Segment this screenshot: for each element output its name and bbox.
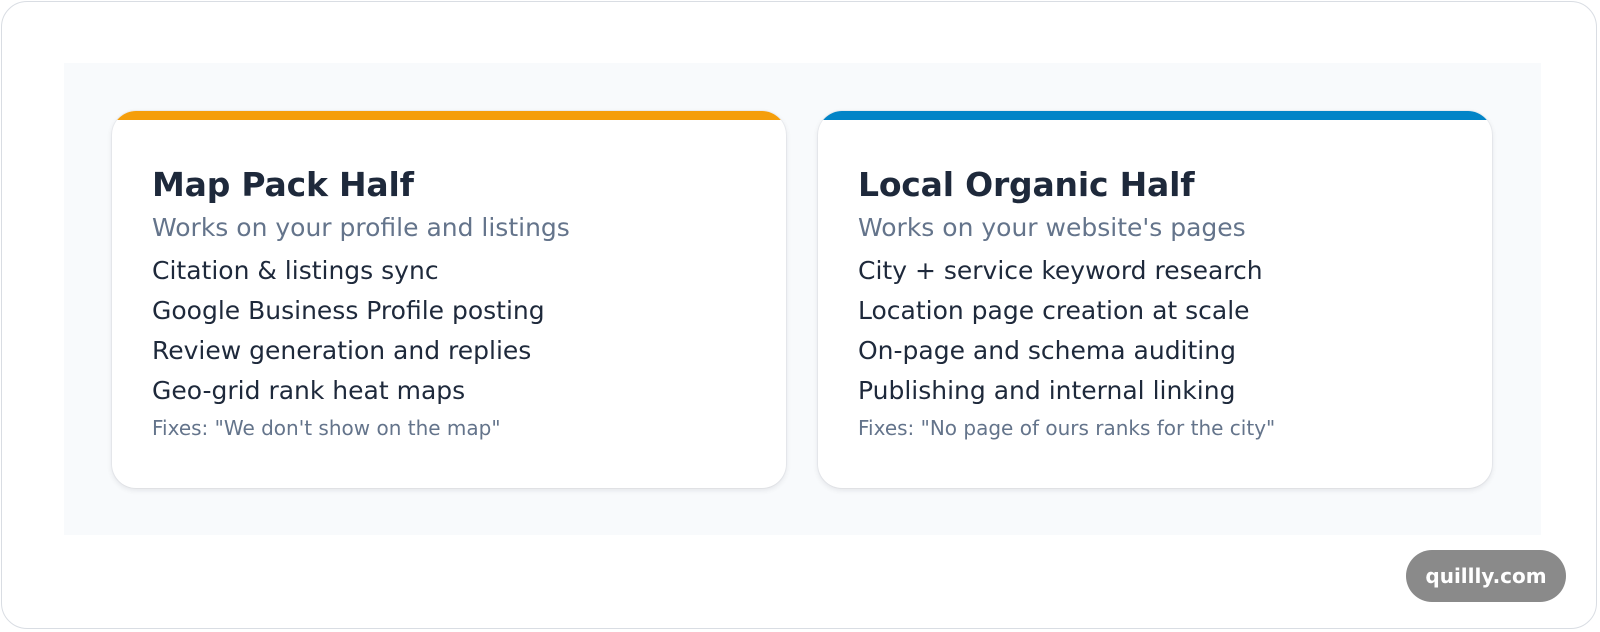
- card-content: Map Pack Half Works on your profile and …: [152, 165, 756, 443]
- card-fix-note: Fixes: "We don't show on the map": [152, 416, 501, 440]
- list-item: Review generation and replies: [152, 336, 532, 365]
- feature-list: Citation & listings sync Google Business…: [152, 251, 756, 411]
- list-item: Google Business Profile posting: [152, 296, 545, 325]
- card-accent-bar: [112, 111, 786, 120]
- feature-list: City + service keyword research Location…: [858, 251, 1462, 411]
- list-item: Geo-grid rank heat maps: [152, 376, 466, 405]
- card-accent-bar: [818, 111, 1492, 120]
- list-item: City + service keyword research: [858, 256, 1263, 285]
- local-organic-card: Local Organic Half Works on your website…: [818, 111, 1492, 488]
- list-item: On-page and schema auditing: [858, 336, 1236, 365]
- card-title: Map Pack Half: [152, 165, 414, 204]
- card-content: Local Organic Half Works on your website…: [858, 165, 1462, 443]
- brand-watermark-link[interactable]: quillly.com: [1406, 550, 1566, 602]
- comparison-panel: Map Pack Half Works on your profile and …: [64, 63, 1541, 535]
- card-title: Local Organic Half: [858, 165, 1195, 204]
- page-frame: Map Pack Half Works on your profile and …: [1, 1, 1597, 629]
- list-item: Citation & listings sync: [152, 256, 439, 285]
- card-subtitle: Works on your profile and listings: [152, 213, 570, 242]
- map-pack-card: Map Pack Half Works on your profile and …: [112, 111, 786, 488]
- list-item: Location page creation at scale: [858, 296, 1250, 325]
- card-subtitle: Works on your website's pages: [858, 213, 1246, 242]
- card-fix-note: Fixes: "No page of ours ranks for the ci…: [858, 416, 1276, 440]
- list-item: Publishing and internal linking: [858, 376, 1236, 405]
